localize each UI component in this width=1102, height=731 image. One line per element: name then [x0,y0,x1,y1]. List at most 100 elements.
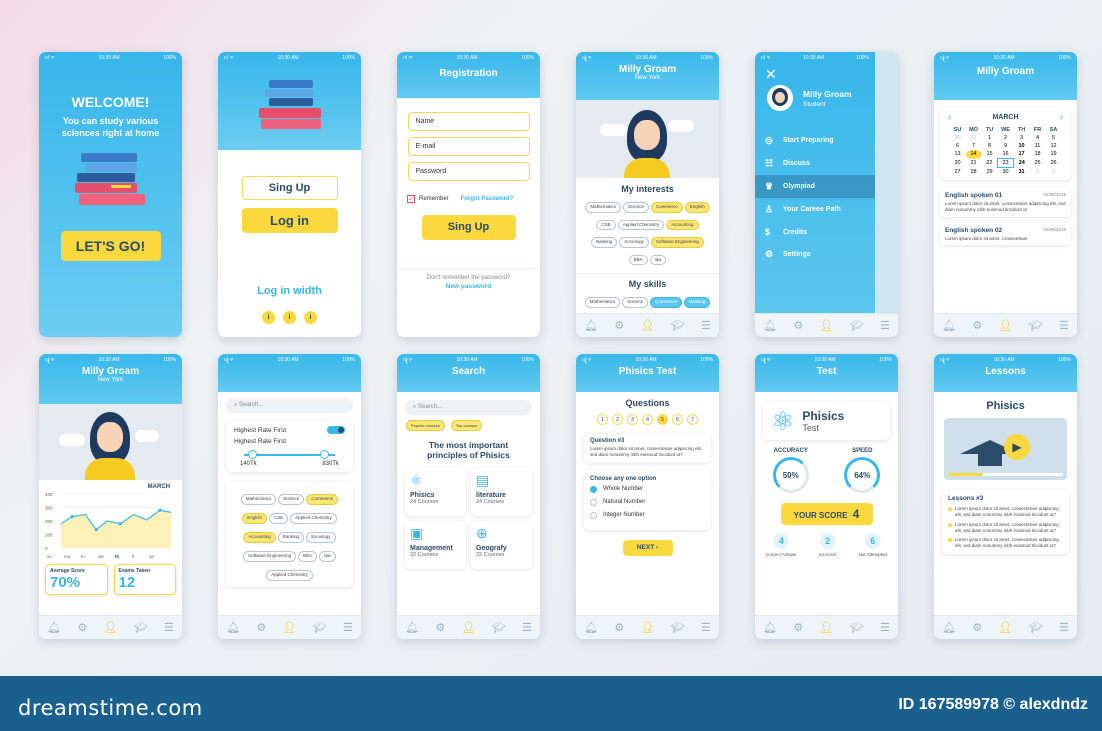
signup-button[interactable]: Sing Up [241,176,338,200]
course-card[interactable]: ⊕ Geografy 32 Courses [471,521,532,570]
interest-tag[interactable]: Software Engineering [650,237,704,248]
gear-icon[interactable]: ⚙ [793,621,803,634]
graduation-icon[interactable]: 🎓︎ [313,621,327,634]
calendar-day[interactable]: 25 [1030,159,1046,168]
next-month-icon[interactable]: › [1060,112,1063,123]
close-icon[interactable]: ✕ [765,66,875,83]
graduation-icon[interactable]: 🎓︎ [850,319,864,332]
chip-top-courses[interactable]: Top courses [450,420,483,431]
bell-icon[interactable]: 🔔︎ [47,621,61,634]
slider-handle-min[interactable] [248,450,257,459]
social-icon[interactable]: i [283,311,296,324]
sort-toggle[interactable] [327,426,345,434]
calendar-day[interactable]: 3 [1014,134,1030,142]
login-with-link[interactable]: Log in width [218,285,361,297]
calendar-day[interactable]: 29 [982,168,998,177]
graduation-icon[interactable]: 🎓︎ [134,621,148,634]
email-field[interactable]: E-mail [407,137,530,156]
calendar-day[interactable]: 14 [965,150,982,159]
calendar-day[interactable]: 30 [998,168,1014,177]
gear-icon[interactable]: ⚙ [614,621,624,634]
video-player[interactable]: ▶ [944,418,1067,480]
question-number[interactable]: 3 [627,414,638,425]
menu-icon[interactable]: ☰ [880,319,890,332]
course-card[interactable]: ▤ literature 24 Courses [471,468,532,517]
new-password-link[interactable]: New password [397,283,540,290]
gear-icon[interactable]: ⚙ [793,319,803,332]
chip-popular-courses[interactable]: Popular courses [406,420,445,431]
answer-option[interactable]: Integer Number [590,511,705,519]
back-arrow-icon[interactable]: ‹ [405,356,408,367]
calendar-day[interactable]: 23 [997,158,1014,168]
calendar-day[interactable]: 12 [1046,142,1062,150]
graduation-icon[interactable]: 🎓︎ [492,621,506,634]
remember-checkbox[interactable]: ✓ [407,195,415,203]
filter-tag[interactable]: Applied Chemistry [266,569,313,581]
calendar-day[interactable]: 18 [1030,150,1046,159]
slider-handle-max[interactable] [320,450,329,459]
calendar-day[interactable]: 24 [1014,159,1030,168]
calendar-day[interactable]: 1 [1030,168,1046,177]
lesson-card[interactable]: English spoken 01 02/06/2019 Lorem ipsum … [940,188,1071,217]
interest-tag[interactable]: English [684,202,710,213]
calendar-day[interactable]: 16 [998,150,1014,159]
course-card[interactable]: ⚛ Phisics 24 Courses [405,468,466,517]
password-field[interactable]: Password [407,162,530,181]
menu-icon[interactable]: ☰ [880,621,890,634]
calendar-day[interactable]: 26 [1046,159,1062,168]
calendar-day[interactable]: 6 [950,142,966,150]
filter-tag[interactable]: English [242,512,267,524]
play-icon[interactable]: ▶ [1004,434,1030,460]
forgot-password-link[interactable]: Forgot Password? [461,196,514,202]
calendar-day[interactable]: 11 [1030,142,1046,150]
calendar-day[interactable]: 5 [1046,134,1062,142]
person-icon[interactable]: 👤︎ [104,621,118,634]
calendar-day[interactable]: 22 [982,159,998,168]
person-icon[interactable]: 👤︎ [820,621,834,634]
social-icon[interactable]: i [304,311,317,324]
calendar-day[interactable]: 21 [966,159,982,168]
back-arrow-icon[interactable]: ‹ [226,356,229,367]
filter-tag[interactable]: Science [278,494,305,505]
bell-icon[interactable]: 🔔︎ [405,621,419,634]
back-arrow-icon[interactable]: ‹ [584,54,587,65]
bell-icon[interactable]: 🔔︎ [226,621,240,634]
back-arrow-icon[interactable]: ‹ [584,356,587,367]
interest-tag[interactable]: Banking [591,237,618,248]
graduation-icon[interactable]: 🎓︎ [850,621,864,634]
calendar-day[interactable]: 9 [998,142,1014,150]
calendar-day[interactable]: 30 [950,134,966,142]
menu-item[interactable]: ☷ Discuss [755,152,875,175]
menu-icon[interactable]: ☰ [701,621,711,634]
bell-icon[interactable]: 🔔︎ [584,621,598,634]
next-button[interactable]: NEXT › [622,539,673,556]
gear-icon[interactable]: ⚙ [972,621,982,634]
calendar-day[interactable]: 31 [966,134,982,142]
menu-icon[interactable]: ☰ [164,621,174,634]
bell-icon[interactable]: 🔔︎ [584,319,598,332]
question-number[interactable]: 2 [612,414,623,425]
question-number[interactable]: 7 [687,414,698,425]
gear-icon[interactable]: ⚙ [435,621,445,634]
calendar-day[interactable]: 19 [1046,150,1062,159]
filter-tag[interactable]: Banking [277,531,304,543]
gear-icon[interactable]: ⚙ [77,621,87,634]
back-arrow-icon[interactable]: ‹ [942,54,945,65]
interest-tag[interactable]: Accounting [666,219,699,230]
menu-icon[interactable]: ☰ [701,319,711,332]
signup-button[interactable]: Sing Up [421,215,516,240]
radio-button[interactable] [590,485,597,493]
prev-month-icon[interactable]: ‹ [948,112,951,123]
filter-tag[interactable]: Applied Chemistry [290,512,337,524]
calendar-day[interactable]: 2 [998,134,1014,142]
interest-tag[interactable]: BBA [628,254,648,265]
social-icon[interactable]: i [262,311,275,324]
radio-button[interactable] [590,498,597,506]
person-icon[interactable]: 👤︎ [462,621,476,634]
person-icon[interactable]: 👤︎ [641,621,655,634]
filter-tag[interactable]: Accounting [243,531,276,543]
filter-tag[interactable]: Software Engineering [243,550,297,562]
calendar-day[interactable]: 28 [966,168,982,177]
person-icon[interactable]: 👤︎ [999,621,1013,634]
graduation-icon[interactable]: 🎓︎ [1029,621,1043,634]
